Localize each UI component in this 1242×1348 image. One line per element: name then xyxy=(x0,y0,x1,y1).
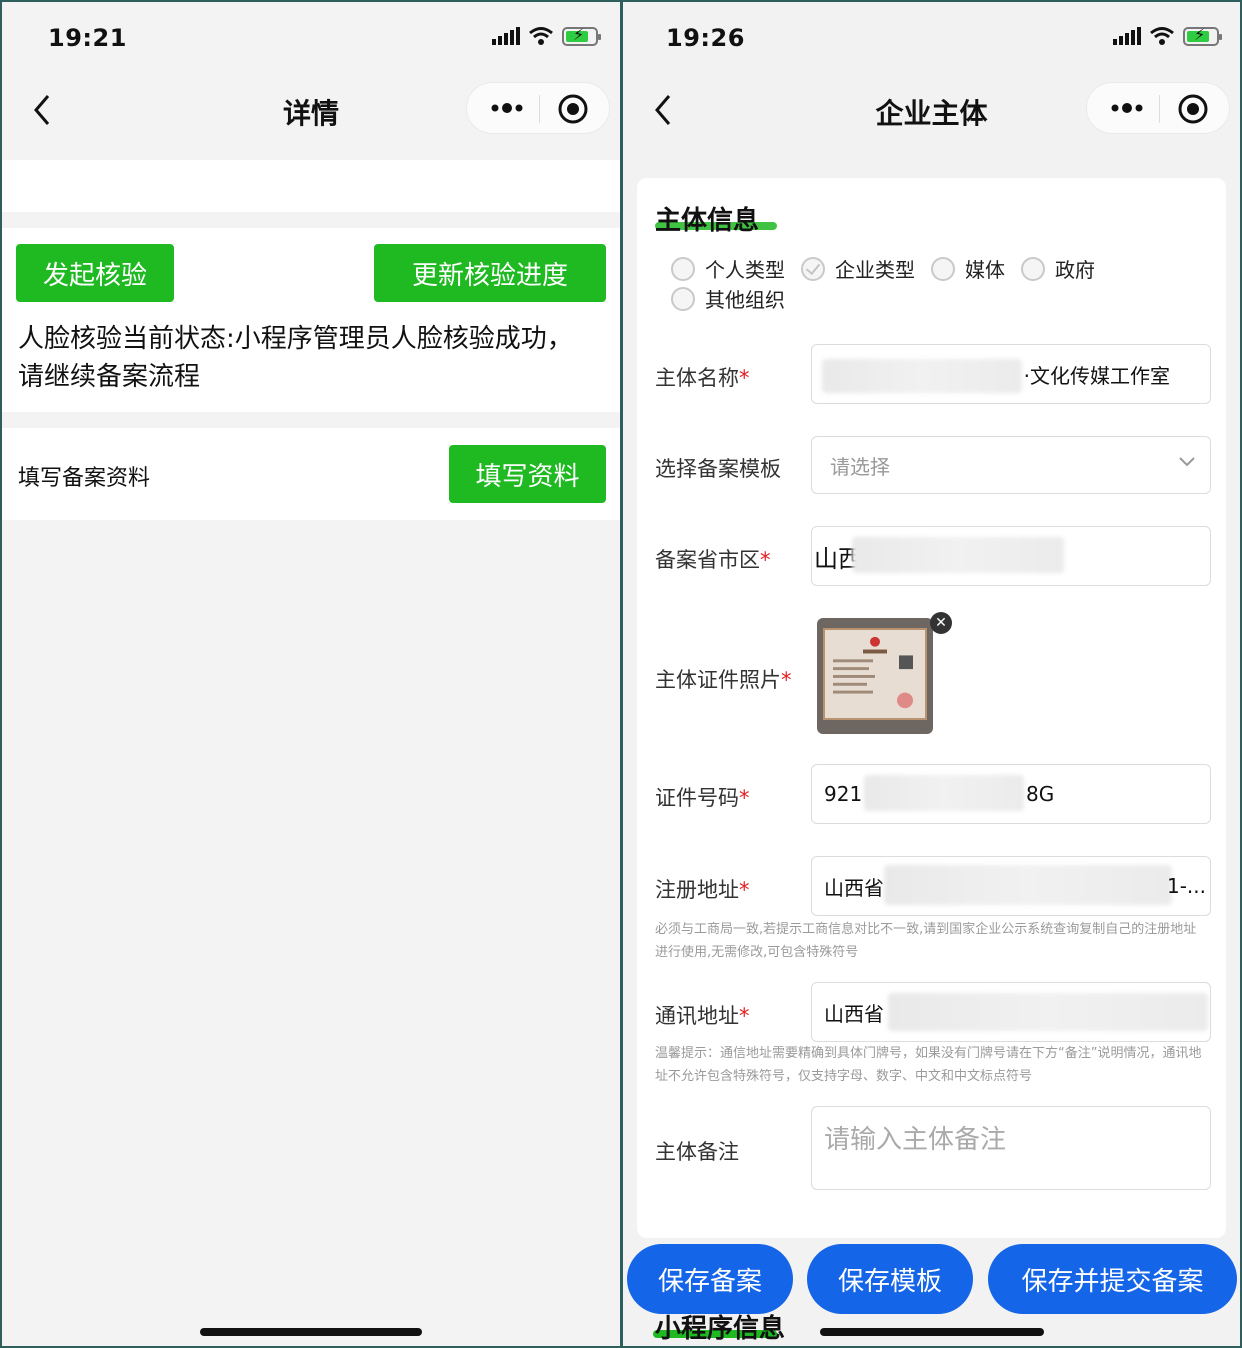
reg-address-hint: 必须与工商局一致,若提示工商信息对比不一致,请到国家企业公示系统查询复制自己的注… xyxy=(655,922,1197,960)
radio-circle xyxy=(1021,256,1045,281)
license-document-image xyxy=(823,628,927,720)
subject-type-group-row2: 其他组织 xyxy=(671,284,801,313)
save-submit-button[interactable]: 保存并提交备案 xyxy=(988,1244,1237,1314)
more-icon[interactable] xyxy=(1107,89,1147,127)
subject-type-group: 个人类型 企业类型 媒体 政府 xyxy=(671,254,1111,283)
status-time: 19:26 xyxy=(666,24,745,52)
cert-no-value-start: 921 xyxy=(824,782,863,806)
radio-personal[interactable]: 个人类型 xyxy=(671,254,785,283)
field-label-remark: 主体备注 xyxy=(655,1140,739,1164)
radio-label: 企业类型 xyxy=(835,258,915,282)
field-label-cert-no: 证件号码* xyxy=(655,786,750,810)
redacted-blur xyxy=(884,865,1172,905)
more-icon[interactable] xyxy=(487,89,527,127)
section-title: 主体信息 xyxy=(655,206,760,236)
close-miniprogram-icon[interactable] xyxy=(1177,93,1209,125)
right-phone-screen: 19:26 ⚡ 企业主体 主体信息 个人类型 企业类型 媒体 政府 其他组织 主… xyxy=(623,2,1240,1346)
verify-card: 发起核验 更新核验进度 人脸核验当前状态:小程序管理员人脸核验成功，请继续备案流… xyxy=(2,228,620,412)
mail-address-input[interactable]: 山西省 xyxy=(811,982,1211,1042)
signal-icon xyxy=(1113,27,1141,45)
system-icons: ⚡ xyxy=(1113,25,1222,46)
radio-label: 媒体 xyxy=(965,258,1005,282)
radio-other-org[interactable]: 其他组织 xyxy=(671,284,785,313)
home-indicator xyxy=(820,1328,1044,1336)
mail-address-hint: 温馨提示：通信地址需要精确到具体门牌号，如果没有门牌号请在下方“备注”说明情况，… xyxy=(655,1046,1202,1084)
region-input[interactable]: 山西 xyxy=(811,526,1211,586)
redacted-blur xyxy=(822,359,1022,393)
save-filing-button[interactable]: 保存备案 xyxy=(627,1244,793,1314)
redacted-blur xyxy=(888,993,1208,1031)
fill-info-button[interactable]: 填写资料 xyxy=(449,445,606,503)
status-bar: 19:21 ⚡ xyxy=(2,2,620,74)
radio-label: 个人类型 xyxy=(705,258,785,282)
radio-circle xyxy=(931,256,955,281)
field-label-name: 主体名称* xyxy=(655,366,750,390)
remove-photo-icon[interactable]: ✕ xyxy=(930,612,952,634)
signal-icon xyxy=(492,27,520,45)
status-time: 19:21 xyxy=(48,24,127,52)
wifi-icon xyxy=(529,27,553,45)
subject-name-value: ·文化传媒工作室 xyxy=(1023,363,1170,388)
field-label-reg-address: 注册地址* xyxy=(655,878,750,902)
redacted-blur xyxy=(852,537,1064,573)
nav-bar: 企业主体 xyxy=(623,74,1240,146)
field-label-mail-address: 通讯地址* xyxy=(655,1004,750,1028)
battery-icon: ⚡ xyxy=(562,25,601,46)
close-miniprogram-icon[interactable] xyxy=(557,93,589,125)
fill-info-card: 填写备案资料 填写资料 xyxy=(2,428,620,520)
start-verify-button[interactable]: 发起核验 xyxy=(16,244,174,302)
reg-address-input[interactable]: 山西省 1-... xyxy=(811,856,1211,916)
verify-status-text: 人脸核验当前状态:小程序管理员人脸核验成功，请继续备案流程 xyxy=(18,324,573,392)
nav-bar: 详情 xyxy=(2,74,620,146)
template-select[interactable]: 请选择 xyxy=(811,436,1211,494)
status-bar: 19:26 ⚡ xyxy=(623,2,1240,74)
radio-circle-checked xyxy=(801,256,825,281)
field-label-template: 选择备案模板 xyxy=(655,457,781,481)
system-icons: ⚡ xyxy=(492,25,601,46)
radio-media[interactable]: 媒体 xyxy=(931,254,1005,283)
license-image-icon xyxy=(833,636,913,709)
template-placeholder: 请选择 xyxy=(830,454,890,479)
battery-icon: ⚡ xyxy=(1183,25,1222,46)
radio-label: 其他组织 xyxy=(705,288,785,312)
save-template-button[interactable]: 保存模板 xyxy=(807,1244,973,1314)
home-indicator xyxy=(200,1328,422,1336)
mail-address-value-start: 山西省 xyxy=(824,1001,884,1026)
radio-government[interactable]: 政府 xyxy=(1021,254,1095,283)
chevron-down-icon xyxy=(1179,457,1195,467)
field-label-region: 备案省市区* xyxy=(655,548,771,572)
left-phone-screen: 19:21 ⚡ 详情 发起核验 更新核验进度 人脸核验当前状态:小程序管理员人脸… xyxy=(2,2,620,1346)
subject-info-card: 主体信息 个人类型 企业类型 媒体 政府 其他组织 主体名称* ·文化传媒工作室… xyxy=(637,178,1226,1238)
radio-enterprise[interactable]: 企业类型 xyxy=(801,254,915,283)
redacted-blur xyxy=(864,775,1024,811)
top-empty-card xyxy=(2,160,620,212)
field-label-photo: 主体证件照片* xyxy=(655,668,792,692)
menu-capsule xyxy=(466,82,610,134)
reg-address-value-start: 山西省 xyxy=(824,875,884,900)
menu-capsule xyxy=(1086,82,1230,134)
cert-no-input[interactable]: 921 8G xyxy=(811,764,1211,824)
cert-no-value-end: 8G xyxy=(1026,782,1055,806)
fill-info-label: 填写备案资料 xyxy=(18,466,151,491)
radio-circle xyxy=(671,286,695,311)
reg-address-value-end: 1-... xyxy=(1166,874,1206,898)
remark-placeholder: 请输入主体备注 xyxy=(824,1125,1007,1155)
wifi-icon xyxy=(1150,27,1174,45)
radio-circle xyxy=(671,256,695,281)
subject-name-input[interactable]: ·文化传媒工作室 xyxy=(811,344,1211,404)
radio-label: 政府 xyxy=(1055,258,1095,282)
update-progress-button[interactable]: 更新核验进度 xyxy=(374,244,606,302)
license-photo-thumbnail[interactable] xyxy=(817,618,933,734)
remark-textarea[interactable]: 请输入主体备注 xyxy=(811,1106,1211,1190)
